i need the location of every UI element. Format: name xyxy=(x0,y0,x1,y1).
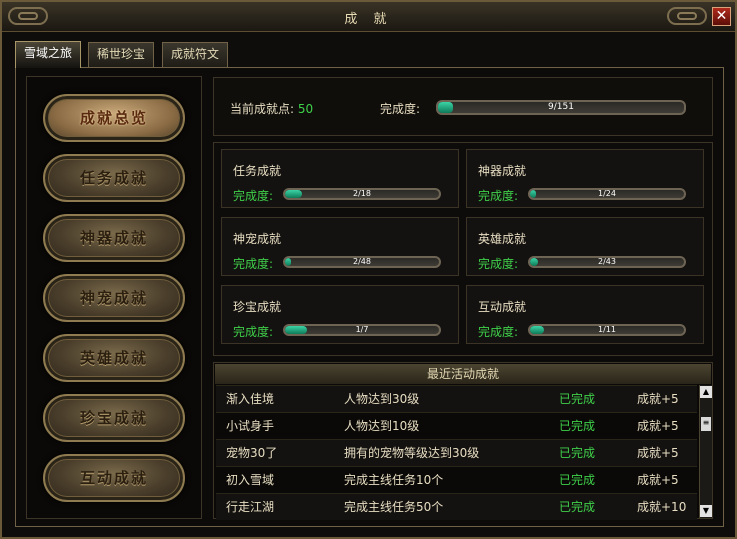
arrow-up-icon: ▲ xyxy=(702,387,710,396)
achievement-reward: 成就+5 xyxy=(637,446,679,460)
achievement-reward: 成就+5 xyxy=(637,473,679,487)
scroll-down-button[interactable]: ▼ xyxy=(700,505,712,517)
completion-label: 完成度: xyxy=(233,325,274,339)
recent-header: 最近活动成就 xyxy=(215,364,711,384)
category-progress-bar: 1/7 xyxy=(283,324,441,336)
achievement-desc: 完成主线任务50个 xyxy=(344,500,444,514)
points-value: 50 xyxy=(297,102,314,116)
category-name: 神宠成就 xyxy=(233,232,282,246)
sidebar-item-treasure[interactable]: 珍宝成就 xyxy=(43,394,185,442)
table-row[interactable]: 行走江湖 完成主线任务50个 已完成 成就+10 xyxy=(216,493,697,520)
completion-label: 完成度: xyxy=(478,325,519,339)
table-row[interactable]: 小试身手 人物达到10级 已完成 成就+5 xyxy=(216,412,697,439)
sidebar-item-pet[interactable]: 神宠成就 xyxy=(43,274,185,322)
arrow-down-icon: ▼ xyxy=(702,506,710,515)
completion-label: 完成度: xyxy=(478,257,519,271)
points-label: 当前成就点: 50 xyxy=(230,100,313,117)
category-card-pet[interactable]: 神宠成就 完成度: 2/48 xyxy=(221,217,459,276)
category-grid: 任务成就 完成度: 2/18 神器成就 完成度: 1/24 神宠成就 完成度: … xyxy=(213,142,713,356)
achievement-status: 已完成 xyxy=(559,500,596,514)
achievement-status: 已完成 xyxy=(559,446,596,460)
achievement-name: 初入雪域 xyxy=(226,473,275,487)
points-label-text: 当前成就点: xyxy=(230,102,295,116)
sidebar-item-label: 任务成就 xyxy=(79,169,148,187)
category-progress-bar: 2/43 xyxy=(528,256,686,268)
window-title: 成 就 xyxy=(344,12,393,27)
category-card-quest[interactable]: 任务成就 完成度: 2/18 xyxy=(221,149,459,208)
table-row[interactable]: 初入雪域 完成主线任务10个 已完成 成就+5 xyxy=(216,466,697,493)
category-card-interaction[interactable]: 互动成就 完成度: 1/11 xyxy=(466,285,704,344)
sidebar-item-overview[interactable]: 成就总览 xyxy=(43,94,185,142)
achievement-desc: 人物达到10级 xyxy=(344,419,420,433)
category-name: 珍宝成就 xyxy=(233,300,282,314)
table-row[interactable]: 渐入佳境 人物达到30级 已完成 成就+5 xyxy=(216,385,697,412)
close-icon: ✕ xyxy=(715,8,728,24)
completion-label: 完成度: xyxy=(233,189,274,203)
sidebar-item-label: 神器成就 xyxy=(79,229,148,247)
achievement-name: 宠物30了 xyxy=(226,446,278,460)
completion-label: 完成度: xyxy=(233,257,274,271)
progress-text: 1/11 xyxy=(598,325,616,334)
sidebar-item-label: 英雄成就 xyxy=(79,349,148,367)
progress-text: 1/7 xyxy=(355,325,369,334)
progress-text: 2/48 xyxy=(353,257,371,266)
achievement-summary: 当前成就点: 50 完成度: 9/151 xyxy=(213,77,713,136)
category-card-hero[interactable]: 英雄成就 完成度: 2/43 xyxy=(466,217,704,276)
category-name: 英雄成就 xyxy=(478,232,527,246)
table-row[interactable]: 宠物30了 拥有的宠物等级达到30级 已完成 成就+5 xyxy=(216,439,697,466)
category-progress-bar: 2/48 xyxy=(283,256,441,268)
achievement-reward: 成就+5 xyxy=(637,419,679,433)
achievement-name: 小试身手 xyxy=(226,419,275,433)
title-bar[interactable]: 成 就 ✕ xyxy=(2,2,735,32)
category-progress-bar: 1/24 xyxy=(528,188,686,200)
category-card-treasure[interactable]: 珍宝成就 完成度: 1/7 xyxy=(221,285,459,344)
achievement-desc: 完成主线任务10个 xyxy=(344,473,444,487)
achievement-window: 成 就 ✕ 雪域之旅 稀世珍宝 成就符文 成就总览 任务成就 神器成就 神宠成就… xyxy=(0,0,737,539)
sidebar-item-label: 神宠成就 xyxy=(79,289,148,307)
progress-text: 9/151 xyxy=(548,102,574,112)
achievement-status: 已完成 xyxy=(559,392,596,406)
achievement-reward: 成就+10 xyxy=(637,500,687,514)
progress-text: 1/24 xyxy=(598,189,616,198)
scroll-up-button[interactable]: ▲ xyxy=(700,386,712,398)
category-progress-bar: 1/11 xyxy=(528,324,686,336)
achievement-status: 已完成 xyxy=(559,419,596,433)
grip-icon: ≡ xyxy=(702,418,710,427)
tab-snow-journey[interactable]: 雪域之旅 xyxy=(15,41,82,68)
knot-ornament-icon xyxy=(667,7,707,25)
category-name: 互动成就 xyxy=(478,300,527,314)
sidebar-item-label: 成就总览 xyxy=(79,109,148,127)
tab-achievement-runes[interactable]: 成就符文 xyxy=(162,42,229,67)
achievement-desc: 人物达到30级 xyxy=(344,392,420,406)
completion-label: 完成度: xyxy=(478,189,519,203)
progress-text: 2/18 xyxy=(353,189,371,198)
total-progress-bar: 9/151 xyxy=(436,100,686,115)
close-button[interactable]: ✕ xyxy=(712,7,731,26)
sidebar-item-label: 珍宝成就 xyxy=(79,409,148,427)
achievement-status: 已完成 xyxy=(559,473,596,487)
sidebar-item-quest[interactable]: 任务成就 xyxy=(43,154,185,202)
achievement-name: 行走江湖 xyxy=(226,500,275,514)
category-sidebar: 成就总览 任务成就 神器成就 神宠成就 英雄成就 珍宝成就 互动成就 xyxy=(26,76,202,519)
sidebar-item-hero[interactable]: 英雄成就 xyxy=(43,334,185,382)
sidebar-item-interaction[interactable]: 互动成就 xyxy=(43,454,185,502)
achievement-name: 渐入佳境 xyxy=(226,392,275,406)
category-progress-bar: 2/18 xyxy=(283,188,441,200)
category-name: 任务成就 xyxy=(233,164,282,178)
sidebar-item-artifact[interactable]: 神器成就 xyxy=(43,214,185,262)
recent-achievements-panel: 最近活动成就 渐入佳境 人物达到30级 已完成 成就+5 小试身手 人物达到10… xyxy=(213,362,713,520)
progress-text: 2/43 xyxy=(598,257,616,266)
sidebar-item-label: 互动成就 xyxy=(79,469,148,487)
category-card-artifact[interactable]: 神器成就 完成度: 1/24 xyxy=(466,149,704,208)
list-scrollbar[interactable]: ▲ ≡ ▼ xyxy=(699,385,712,518)
achievement-desc: 拥有的宠物等级达到30级 xyxy=(344,446,480,460)
tab-rare-treasure[interactable]: 稀世珍宝 xyxy=(88,42,155,67)
scroll-thumb[interactable]: ≡ xyxy=(701,417,711,431)
completion-label: 完成度: xyxy=(380,102,421,116)
category-name: 神器成就 xyxy=(478,164,527,178)
achievement-reward: 成就+5 xyxy=(637,392,679,406)
